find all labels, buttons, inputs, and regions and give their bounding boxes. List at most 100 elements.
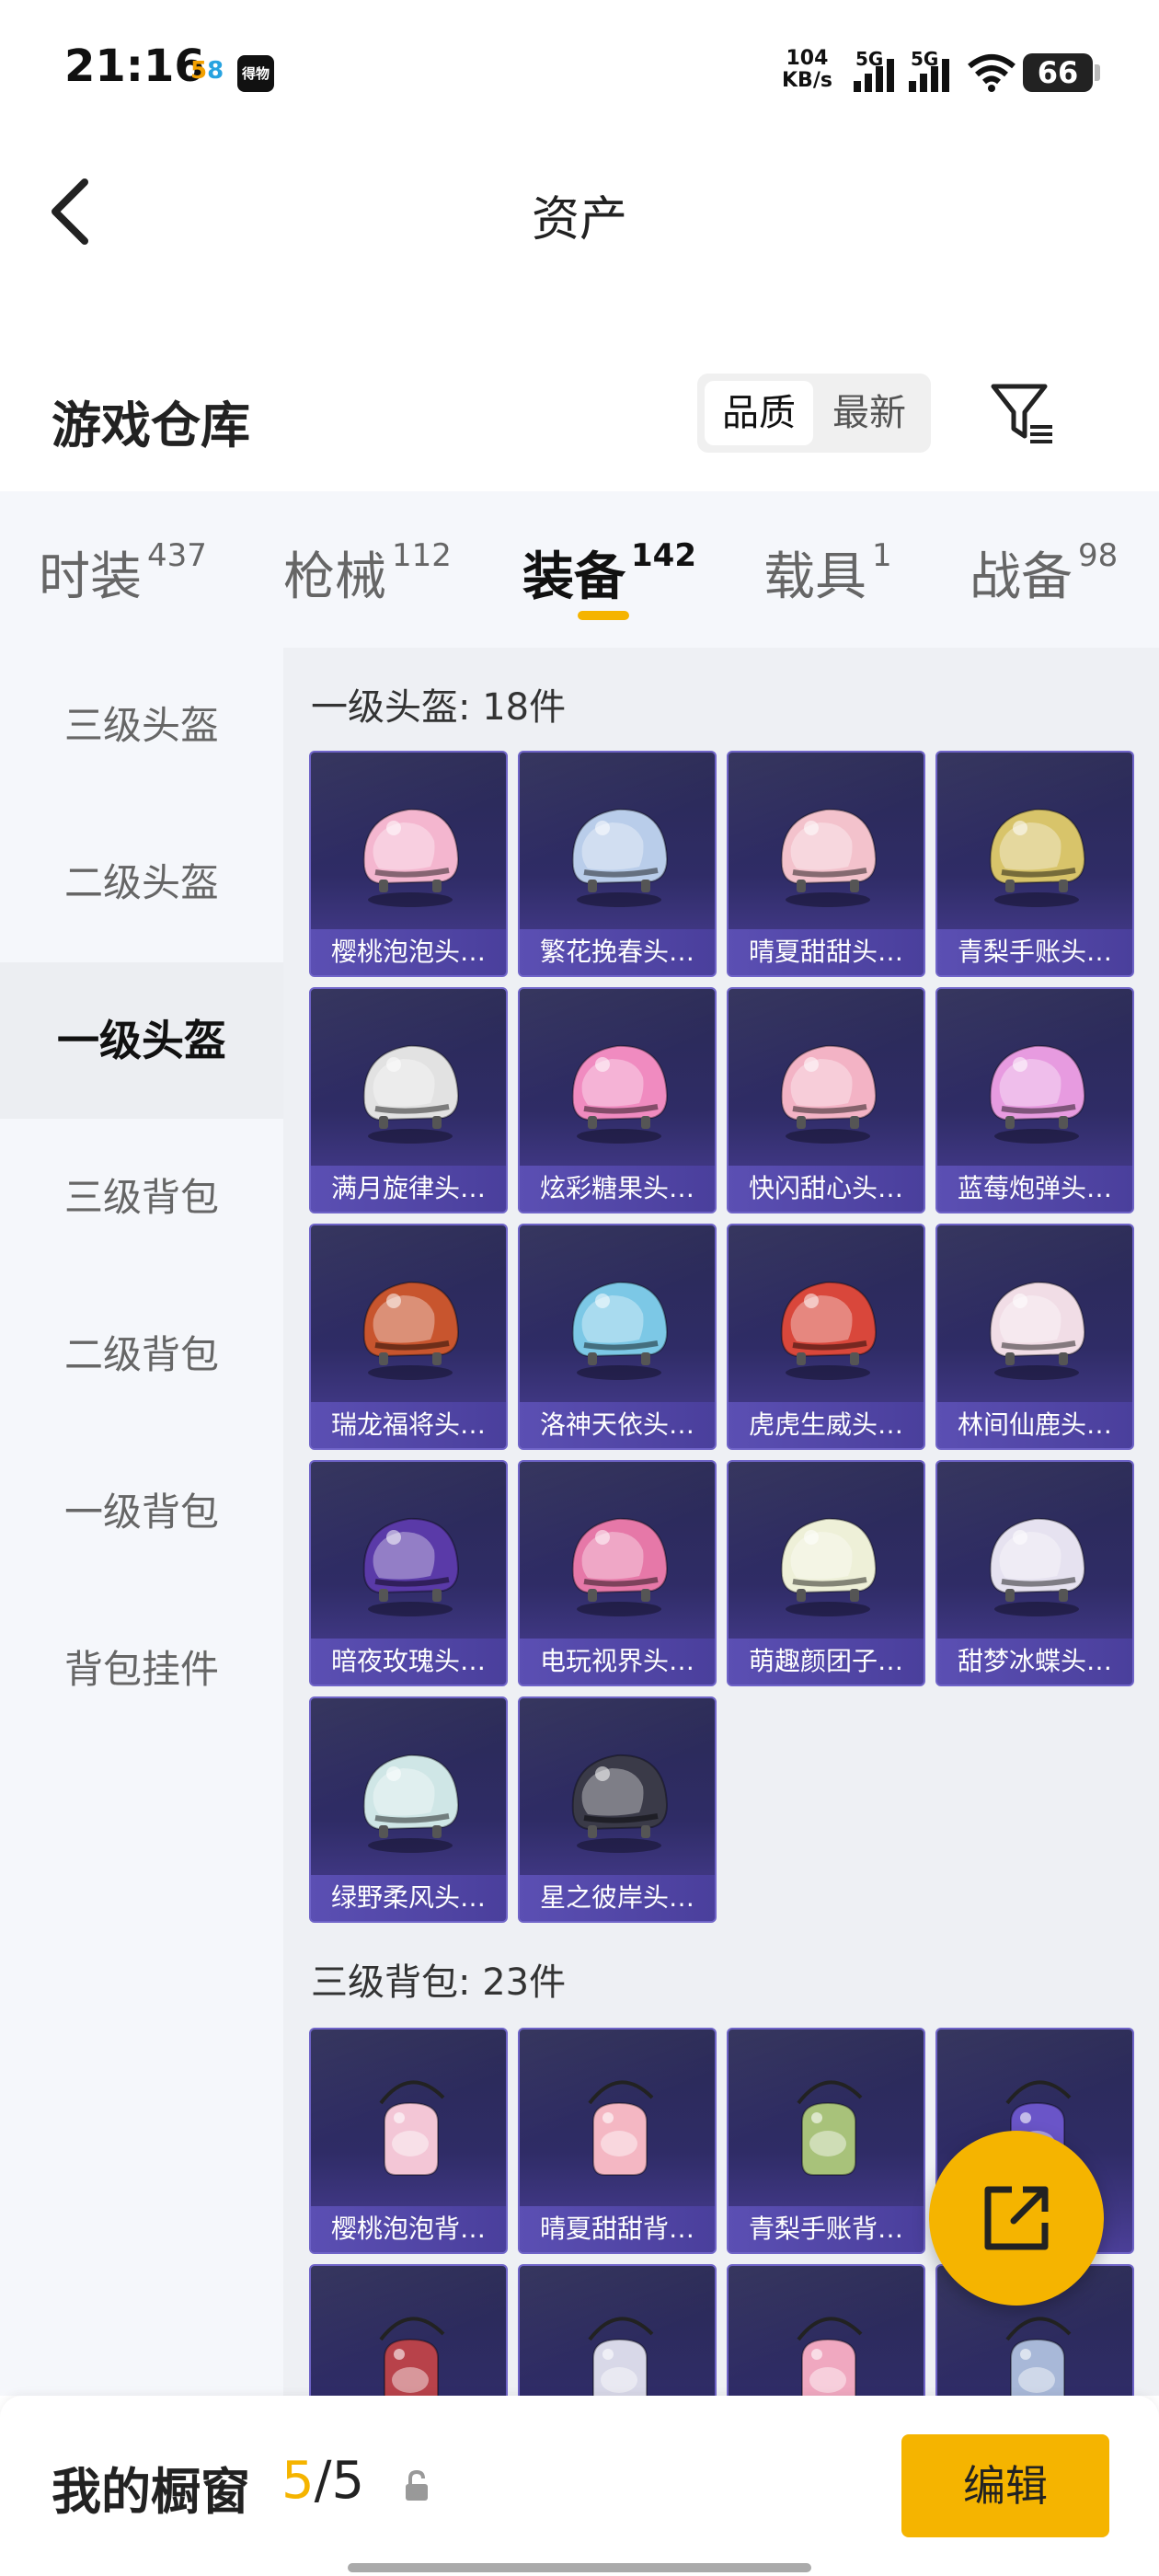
backpack-icon [557,2303,682,2396]
tab-supplies[interactable]: 战备 98 [970,535,1118,610]
backpack-icon [557,2066,682,2191]
item-name: 炫彩糖果头… [520,1166,715,1212]
net-speed: 104 KB/s [782,47,832,92]
sidebar-item-level1-backpack[interactable]: 一级背包 [0,1434,283,1591]
item-card[interactable]: 洛神天依头… [518,1224,717,1450]
item-name: 林间仙鹿头… [937,1402,1132,1448]
helmet-icon [348,1499,473,1624]
item-name: 青梨手账背… [729,2206,924,2252]
helmet-icon [348,1735,473,1860]
page-title: 资产 [531,192,627,247]
edit-button[interactable]: 编辑 [901,2434,1109,2537]
item-name: 星之彼岸头… [520,1875,715,1921]
item-card[interactable]: 绿野柔风头… [309,1696,508,1923]
item-name: 晴夏甜甜头… [729,929,924,975]
showcase-label: 我的橱窗 [52,2463,250,2521]
sort-quality-button[interactable]: 品质 [705,381,813,445]
item-card[interactable]: 青梨手账头… [935,751,1134,977]
battery-icon: 66 [1023,53,1100,92]
helmet-icon [557,789,682,914]
warehouse-heading: 游戏仓库 [52,397,250,454]
item-card[interactable] [518,2264,717,2396]
sidebar-item-level3-helmet[interactable]: 三级头盔 [0,648,283,804]
item-name: 繁花挽春头… [520,929,715,975]
item-name: 樱桃泡泡背… [311,2206,506,2252]
active-tab-indicator [578,611,629,620]
helmet-icon [765,789,890,914]
backpack-icon [765,2066,890,2191]
backpack-icon [765,2303,890,2396]
helmet-icon [557,1499,682,1624]
sort-latest-button[interactable]: 最新 [815,381,924,445]
tab-equipment[interactable]: 装备 142 [522,535,696,610]
item-card[interactable]: 林间仙鹿头… [935,1224,1134,1450]
item-card[interactable]: 晴夏甜甜背… [518,2028,717,2254]
signal-icon [854,59,894,92]
wifi-icon [968,54,1016,92]
item-card[interactable]: 繁花挽春头… [518,751,717,977]
sidebar-item-level2-backpack[interactable]: 二级背包 [0,1277,283,1433]
item-name: 电玩视界头… [520,1639,715,1685]
item-card[interactable]: 樱桃泡泡头… [309,751,508,977]
item-name: 绿野柔风头… [311,1875,506,1921]
item-card[interactable]: 蓝莓炮弹头… [935,987,1134,1213]
helmet-icon [557,1262,682,1387]
item-card[interactable]: 青梨手账背… [727,2028,925,2254]
item-card[interactable]: 快闪甜心头… [727,987,925,1213]
signal-icon [909,59,949,92]
helmet-icon [765,1262,890,1387]
filter-icon[interactable] [988,379,1058,449]
notification-dewu-icon: 得物 [237,55,274,92]
item-card[interactable] [727,2264,925,2396]
share-button[interactable] [929,2131,1104,2306]
item-name: 蓝莓炮弹头… [937,1166,1132,1212]
status-bar: 21:16 58 得物 104 KB/s 5G 5G 66 [0,0,1159,138]
helmet-icon [974,1499,1099,1624]
item-name: 晴夏甜甜背… [520,2206,715,2252]
sort-toggle: 品质 最新 [697,374,931,453]
item-card[interactable]: 星之彼岸头… [518,1696,717,1923]
helmet-icon [974,1026,1099,1151]
helmet-icon [765,1026,890,1151]
item-card[interactable]: 萌趣颜团子… [727,1460,925,1686]
item-name: 满月旋律头… [311,1166,506,1212]
sidebar-item-backpack-charm[interactable]: 背包挂件 [0,1592,283,1748]
sidebar-item-level3-backpack[interactable]: 三级背包 [0,1120,283,1276]
section-title: 三级背包: 23件 [311,1961,567,2004]
home-indicator [348,2563,811,2572]
item-name: 虎虎生威头… [729,1402,924,1448]
sidebar-item-level2-helmet[interactable]: 二级头盔 [0,805,283,961]
section-title: 一级头盔: 18件 [311,686,567,729]
item-name: 青梨手账头… [937,929,1132,975]
helmet-icon [557,1735,682,1860]
item-card[interactable]: 虎虎生威头… [727,1224,925,1450]
tab-fashion[interactable]: 时装 437 [39,535,207,610]
item-card[interactable]: 炫彩糖果头… [518,987,717,1213]
item-card[interactable]: 暗夜玫瑰头… [309,1460,508,1686]
backpack-icon [348,2066,473,2191]
item-name: 暗夜玫瑰头… [311,1639,506,1685]
subcategory-sidebar: 三级头盔 二级头盔 一级头盔 三级背包 二级背包 一级背包 背包挂件 [0,648,283,2396]
showcase-count: 5/5 [281,2451,365,2511]
category-tabs: 时装 437 枪械 112 装备 142 载具 1 战备 98 [0,491,1159,648]
item-card[interactable]: 满月旋律头… [309,987,508,1213]
showcase-bar: 我的橱窗 5/5 编辑 [0,2396,1159,2576]
helmet-icon [557,1026,682,1151]
lock-icon [406,2469,428,2501]
item-card[interactable]: 甜梦冰蝶头… [935,1460,1134,1686]
sidebar-item-level1-helmet[interactable]: 一级头盔 [0,962,283,1119]
item-name: 瑞龙福将头… [311,1402,506,1448]
notification-app-icon: 58 [190,57,224,85]
share-icon [984,2186,1049,2250]
item-name: 快闪甜心头… [729,1166,924,1212]
tab-vehicles[interactable]: 载具 1 [763,535,892,610]
tab-guns[interactable]: 枪械 112 [283,535,452,610]
helmet-icon [974,1262,1099,1387]
item-card[interactable]: 晴夏甜甜头… [727,751,925,977]
item-card[interactable] [309,2264,508,2396]
item-card[interactable]: 瑞龙福将头… [309,1224,508,1450]
item-card[interactable]: 电玩视界头… [518,1460,717,1686]
backpack-icon [974,2303,1099,2396]
item-card[interactable]: 樱桃泡泡背… [309,2028,508,2254]
helmet-icon [348,1026,473,1151]
